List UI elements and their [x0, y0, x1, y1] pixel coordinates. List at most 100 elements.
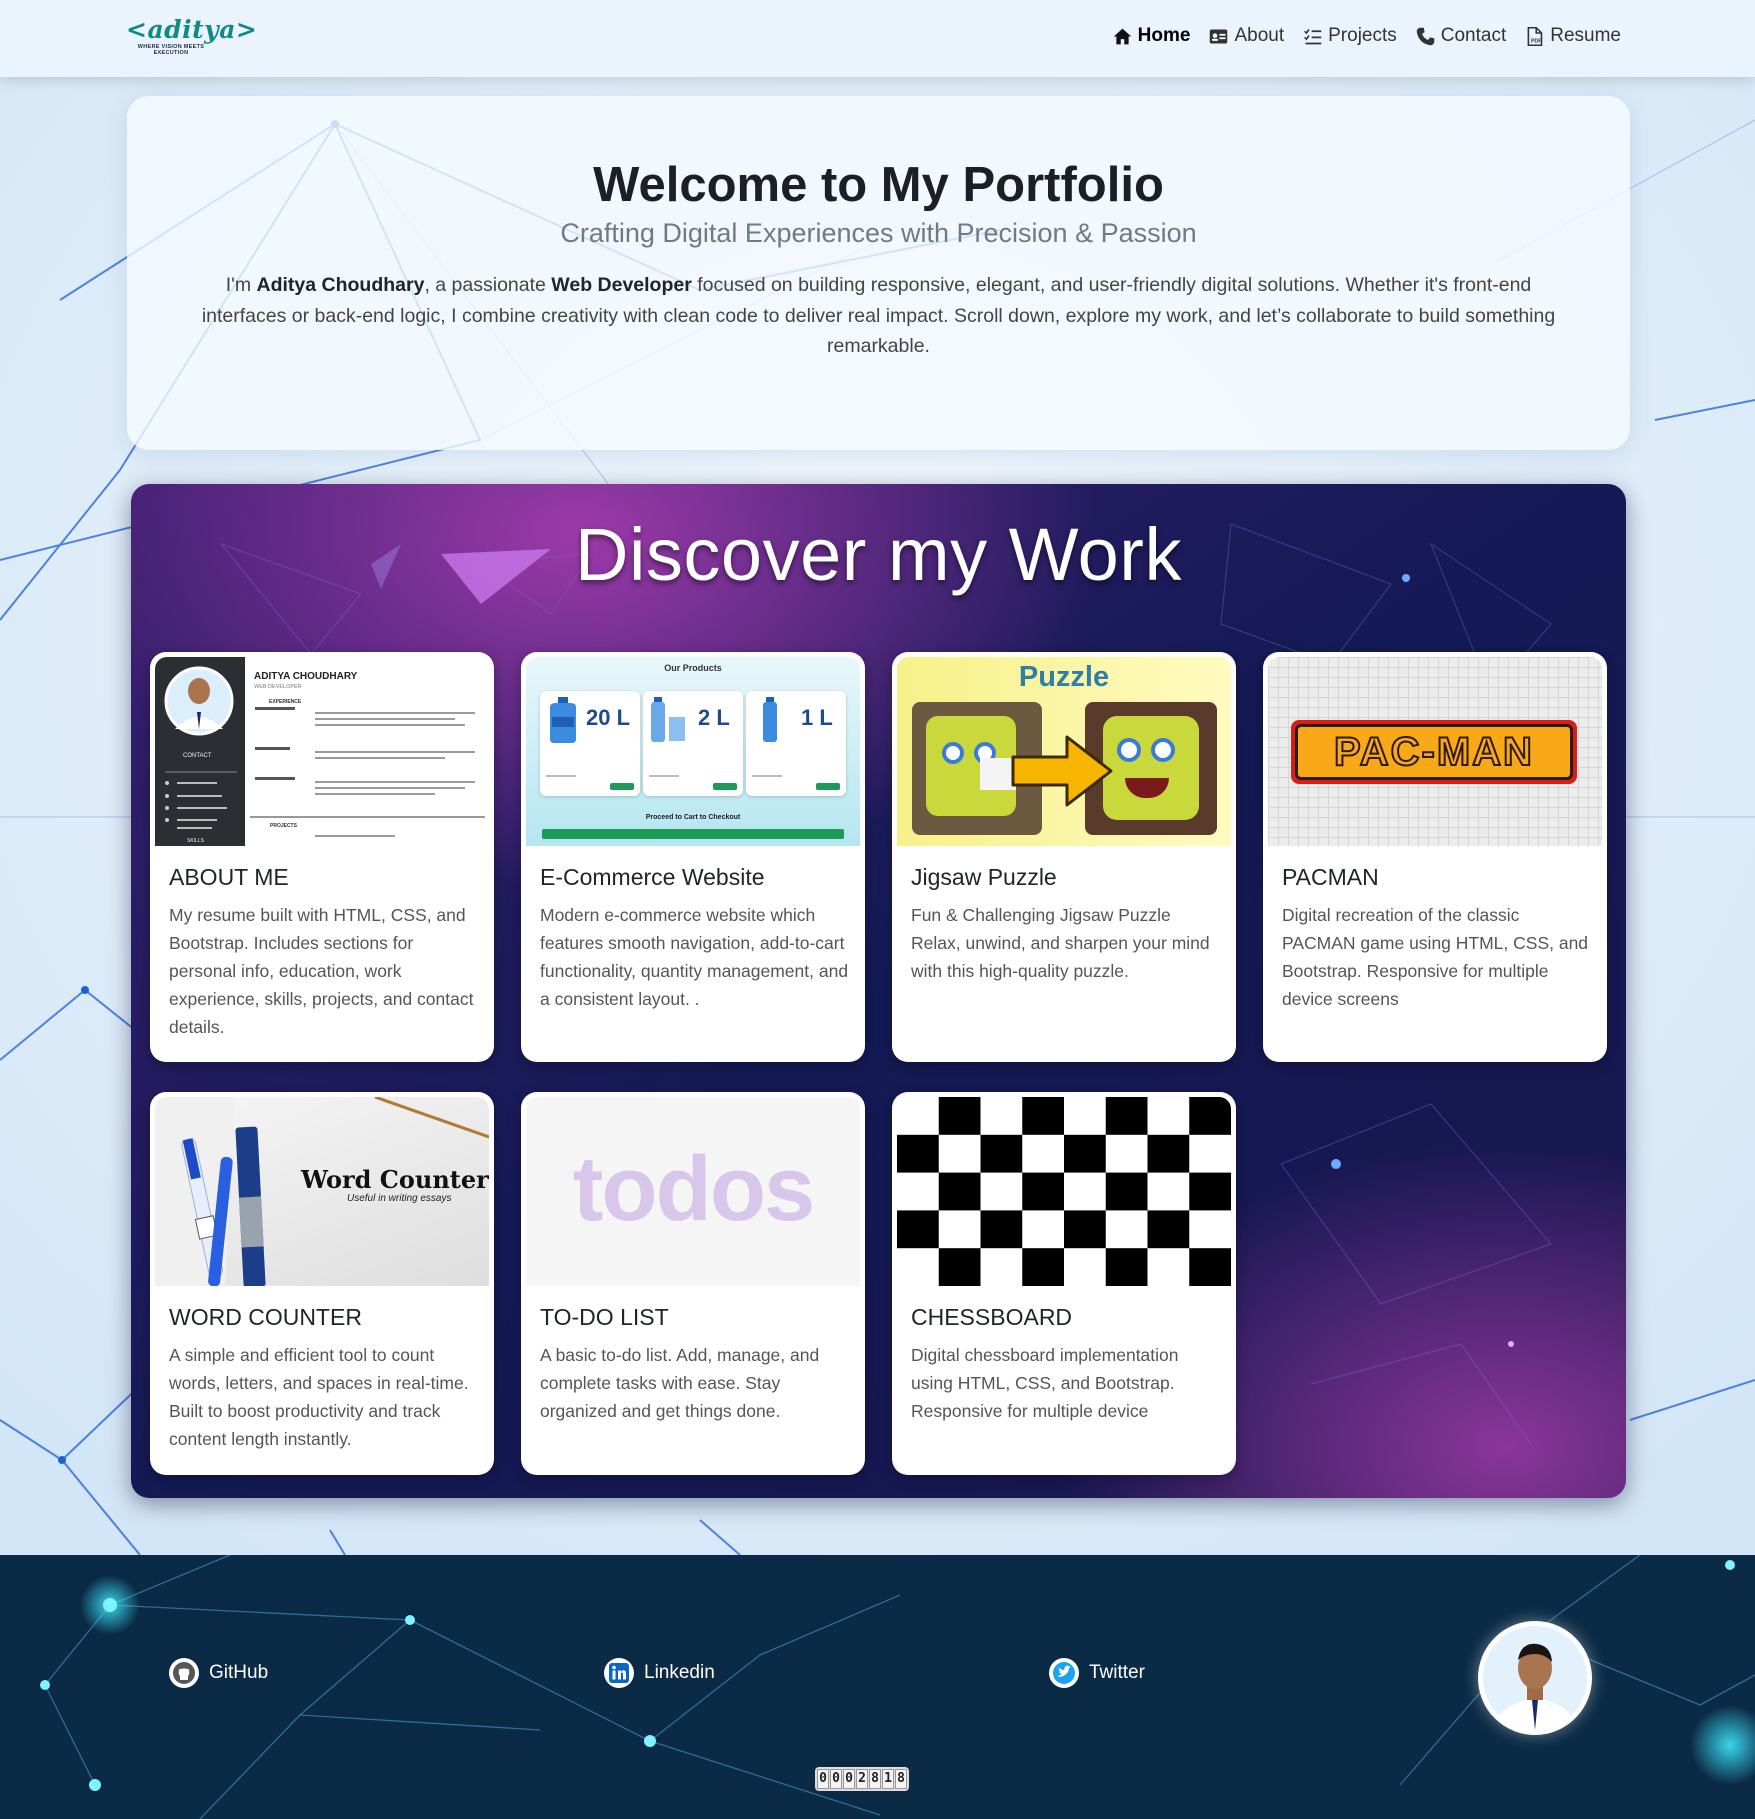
hero-subtitle: Crafting Digital Experiences with Precis… — [560, 218, 1197, 248]
shop-heading: Our Products — [664, 663, 722, 673]
counter-digit: 0 — [843, 1769, 855, 1789]
twitter-label: Twitter — [1089, 1662, 1145, 1683]
navbar: <aditya> WHERE VISION MEETS EXECUTION Ho… — [0, 0, 1755, 77]
project-card-chessboard[interactable]: CHESSBOARD Digital chessboard implementa… — [892, 1092, 1236, 1475]
nav-about-label: About — [1234, 25, 1285, 46]
resume-role: WEB DEVELOPER — [254, 684, 302, 690]
linkedin-label: Linkedin — [644, 1662, 715, 1683]
nav-home-label: Home — [1137, 25, 1191, 46]
work-title: Discover my Work — [575, 513, 1182, 596]
word-counter-thumbnail: Word Counter Useful in writing essays — [155, 1097, 489, 1286]
logo-tagline: WHERE VISION MEETS EXECUTION — [137, 44, 205, 56]
nav-links: Home About Projects Contact PDF Resume — [1112, 25, 1621, 47]
resume-experience: EXPERIENCE — [269, 699, 302, 705]
ecommerce-thumbnail: Our Products 20 L 2 L 1 L Proceed to Car… — [526, 657, 860, 846]
project-card-todo[interactable]: todos TO-DO LIST A basic to-do list. Add… — [521, 1092, 865, 1475]
svg-text:PDF: PDF — [1531, 38, 1542, 44]
resume-name: ADITYA CHOUDHARY — [254, 671, 358, 682]
intro-part: I'm — [225, 274, 257, 296]
linkedin-icon — [604, 1658, 634, 1688]
product-card: 2 L — [643, 691, 743, 796]
todo-thumbnail: todos — [526, 1097, 860, 1286]
intro-part: , a passionate — [424, 274, 552, 296]
phone-icon — [1416, 27, 1435, 45]
card-description: Digital recreation of the classic PACMAN… — [1282, 905, 1589, 1009]
water-jar-icon — [550, 697, 576, 743]
card-description: A basic to-do list. Add, manage, and com… — [540, 1345, 820, 1421]
chessboard-thumbnail — [897, 1097, 1231, 1286]
hero-title: Welcome to My Portfolio — [593, 158, 1164, 212]
wc-title: Word Counter — [301, 1165, 489, 1194]
nav-about[interactable]: About — [1208, 25, 1284, 47]
nav-contact-label: Contact — [1440, 25, 1507, 46]
chessboard-grid — [897, 1097, 1231, 1286]
water-bottle-icon — [651, 697, 685, 742]
counter-digit: 0 — [817, 1769, 829, 1789]
nav-contact[interactable]: Contact — [1415, 25, 1506, 47]
card-title: CHESSBOARD — [911, 1304, 1073, 1330]
counter-digit: 8 — [895, 1769, 907, 1789]
shop-cta: Proceed to Cart to Checkout — [645, 814, 741, 821]
pacman-logo-text: PAC-MAN — [1333, 729, 1534, 775]
github-link[interactable]: GitHub — [169, 1658, 268, 1688]
card-title: TO-DO LIST — [540, 1304, 669, 1330]
card-title: WORD COUNTER — [169, 1304, 362, 1330]
hero-name: Aditya Choudhary — [256, 274, 425, 296]
home-icon — [1113, 28, 1131, 44]
nav-resume[interactable]: PDF Resume — [1524, 25, 1621, 47]
project-card-pacman[interactable]: PAC-MAN PACMAN Digital recreation of the… — [1263, 652, 1607, 1062]
card-title: E-Commerce Website — [540, 864, 765, 890]
hero-intro: I'm Aditya Choudhary, a passionate Web D… — [189, 270, 1569, 362]
resume-contact: CONTACT — [183, 753, 212, 759]
brand-logo[interactable]: <aditya> WHERE VISION MEETS EXECUTION — [126, 15, 258, 62]
wc-subtitle: Useful in writing essays — [347, 1193, 452, 1204]
project-card-jigsaw[interactable]: Puzzle Jigsaw Puzzle Fun & Challenging J… — [892, 652, 1236, 1062]
pacman-logo: PAC-MAN — [1291, 720, 1577, 784]
product-size: 2 L — [698, 705, 730, 730]
pacman-thumbnail: PAC-MAN — [1268, 657, 1602, 846]
github-label: GitHub — [209, 1662, 269, 1683]
nav-resume-label: Resume — [1550, 25, 1621, 46]
arrow-right-icon — [1011, 735, 1113, 807]
visit-counter: 0002818 — [815, 1767, 909, 1791]
card-description: Digital chessboard implementation using … — [911, 1345, 1179, 1421]
product-size: 20 L — [586, 705, 631, 730]
resume-thumbnail: ADITYA CHOUDHARY WEB DEVELOPER EXPERIENC… — [155, 657, 489, 846]
resume-skills: SKILLS — [187, 838, 204, 844]
id-card-icon — [1210, 29, 1228, 43]
product-card: 1 L — [746, 691, 846, 796]
card-title: PACMAN — [1282, 864, 1379, 890]
counter-digit: 0 — [830, 1769, 842, 1789]
counter-digit: 2 — [856, 1769, 868, 1789]
card-description: My resume built with HTML, CSS, and Boot… — [169, 905, 474, 1037]
resume-projects: PROJECTS — [270, 823, 297, 829]
card-title: ABOUT ME — [169, 864, 289, 890]
resume-preview — [155, 657, 485, 846]
twitter-link[interactable]: Twitter — [1049, 1658, 1145, 1688]
twitter-icon — [1049, 1658, 1079, 1688]
nav-projects-label: Projects — [1328, 25, 1397, 46]
puzzle-heading: Puzzle — [1018, 661, 1110, 693]
list-check-icon — [1304, 28, 1322, 44]
pdf-file-icon: PDF — [1527, 26, 1543, 46]
project-card-ecommerce[interactable]: Our Products 20 L 2 L 1 L Proceed to Car… — [521, 652, 865, 1062]
linkedin-link[interactable]: Linkedin — [604, 1658, 715, 1688]
card-description: Modern e-commerce website which features… — [540, 905, 849, 1009]
card-title: Jigsaw Puzzle — [911, 864, 1057, 890]
project-card-about-me[interactable]: ADITYA CHOUDHARY WEB DEVELOPER EXPERIENC… — [150, 652, 494, 1062]
nav-home[interactable]: Home — [1112, 25, 1191, 47]
hero-role: Web Developer — [551, 274, 692, 296]
avatar — [1478, 1621, 1592, 1735]
project-card-word-counter[interactable]: Word Counter Useful in writing essays WO… — [150, 1092, 494, 1475]
counter-digit: 8 — [869, 1769, 881, 1789]
hero-panel: Welcome to My Portfolio Crafting Digital… — [127, 96, 1630, 450]
github-icon — [169, 1658, 199, 1688]
logo-text: <aditya> — [126, 15, 258, 44]
counter-digit: 1 — [882, 1769, 894, 1789]
water-bottle-icon — [763, 697, 777, 742]
card-description: Fun & Challenging Jigsaw Puzzle Relax, u… — [911, 905, 1210, 981]
product-size: 1 L — [801, 705, 833, 730]
profile-photo — [1483, 1626, 1587, 1730]
nav-projects[interactable]: Projects — [1302, 25, 1397, 47]
work-section: Discover my Work ADITYA CHOUDHARY WEB DE… — [131, 484, 1626, 1498]
